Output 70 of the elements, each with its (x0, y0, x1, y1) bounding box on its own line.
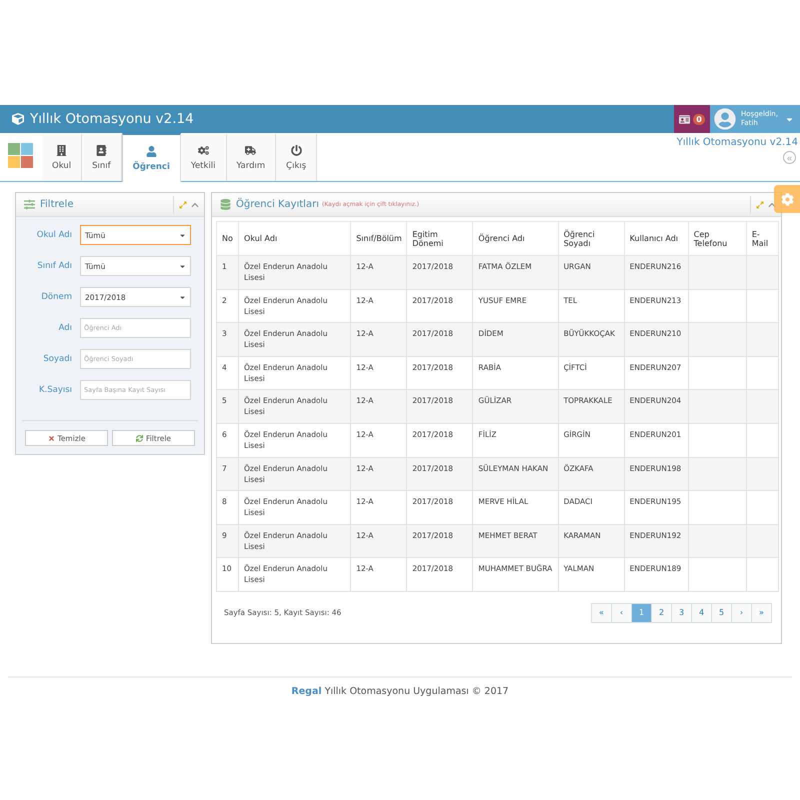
table-cell (746, 289, 778, 323)
page-button[interactable]: ‹ (611, 602, 632, 623)
panel-title: Filtrele (40, 199, 74, 210)
logo-icon (8, 143, 34, 169)
toolbar-tab[interactable]: Yardım (226, 133, 276, 181)
notification-count: 0 (693, 114, 705, 124)
toolbar-tab[interactable]: Yetkili (180, 133, 227, 181)
page-button[interactable]: 4 (691, 602, 712, 623)
ambulance-icon (245, 145, 256, 156)
table-cell (688, 457, 746, 491)
field-label: Okul Adı (36, 230, 72, 240)
table-cell (688, 256, 746, 290)
field-label: Adı (58, 323, 72, 333)
column-header[interactable]: No (216, 222, 239, 256)
table-cell (688, 289, 746, 323)
gears-icon (198, 145, 209, 156)
contact-card-icon (96, 145, 107, 156)
table-cell (688, 390, 746, 424)
expand-icon[interactable] (756, 200, 764, 208)
settings-button[interactable] (774, 185, 800, 213)
user-icon (146, 146, 157, 156)
refresh-icon (136, 434, 143, 442)
table-cell (746, 322, 778, 356)
notifications-button[interactable]: 0 (674, 105, 710, 133)
table-cell (746, 457, 778, 491)
table-cell (688, 490, 746, 524)
caret-icon (179, 232, 186, 238)
table-cell (688, 322, 746, 356)
page-button[interactable]: 2 (651, 602, 672, 623)
table-cell (746, 558, 778, 592)
collapse-icon[interactable] (768, 200, 776, 208)
panel-title: Öğrenci Kayıtları (236, 199, 319, 210)
table-cell (746, 356, 778, 390)
page-button[interactable]: « (591, 602, 612, 623)
footer-text: Regal Yıllık Otomasyonu Uygulaması © 2017 (291, 686, 509, 697)
collapse-icon[interactable] (191, 200, 199, 208)
page-button[interactable]: 5 (711, 602, 732, 623)
field-label: Sınıf Adı (36, 261, 72, 271)
id-card-icon (679, 114, 690, 124)
building-icon (56, 145, 68, 156)
settings-icon (780, 192, 794, 206)
table-cell (746, 390, 778, 424)
cube-icon (12, 113, 24, 125)
table-cell (688, 356, 746, 390)
field-label: Dönem (40, 292, 72, 302)
field-label: K.Sayısı (38, 385, 72, 395)
page-button[interactable]: › (731, 602, 752, 623)
app-title: Yıllık Otomasyonu v2.14 (0, 111, 674, 127)
caret-icon (179, 262, 186, 270)
toolbar-tab[interactable]: Çıkış (276, 133, 318, 181)
table-cell (746, 490, 778, 524)
caret-icon (179, 294, 186, 300)
table-cell (688, 524, 746, 558)
avatar-icon (714, 108, 736, 130)
expand-icon[interactable] (179, 200, 187, 208)
sliders-icon (24, 199, 35, 210)
table-cell (746, 524, 778, 558)
table-cell (746, 256, 778, 290)
toolbar-tab[interactable]: Okul (42, 133, 82, 181)
field-label: Soyadı (42, 354, 72, 364)
database-icon (220, 199, 231, 210)
table-cell (688, 558, 746, 592)
toolbar-tab[interactable]: Öğrenci (122, 133, 181, 182)
page-button[interactable]: 3 (671, 602, 692, 623)
toolbar-tab[interactable]: Sınıf (82, 133, 122, 181)
close-icon (48, 434, 55, 442)
table-cell (746, 423, 778, 458)
table-cell (688, 423, 746, 458)
page-button[interactable]: » (751, 602, 772, 623)
power-icon (290, 145, 302, 156)
